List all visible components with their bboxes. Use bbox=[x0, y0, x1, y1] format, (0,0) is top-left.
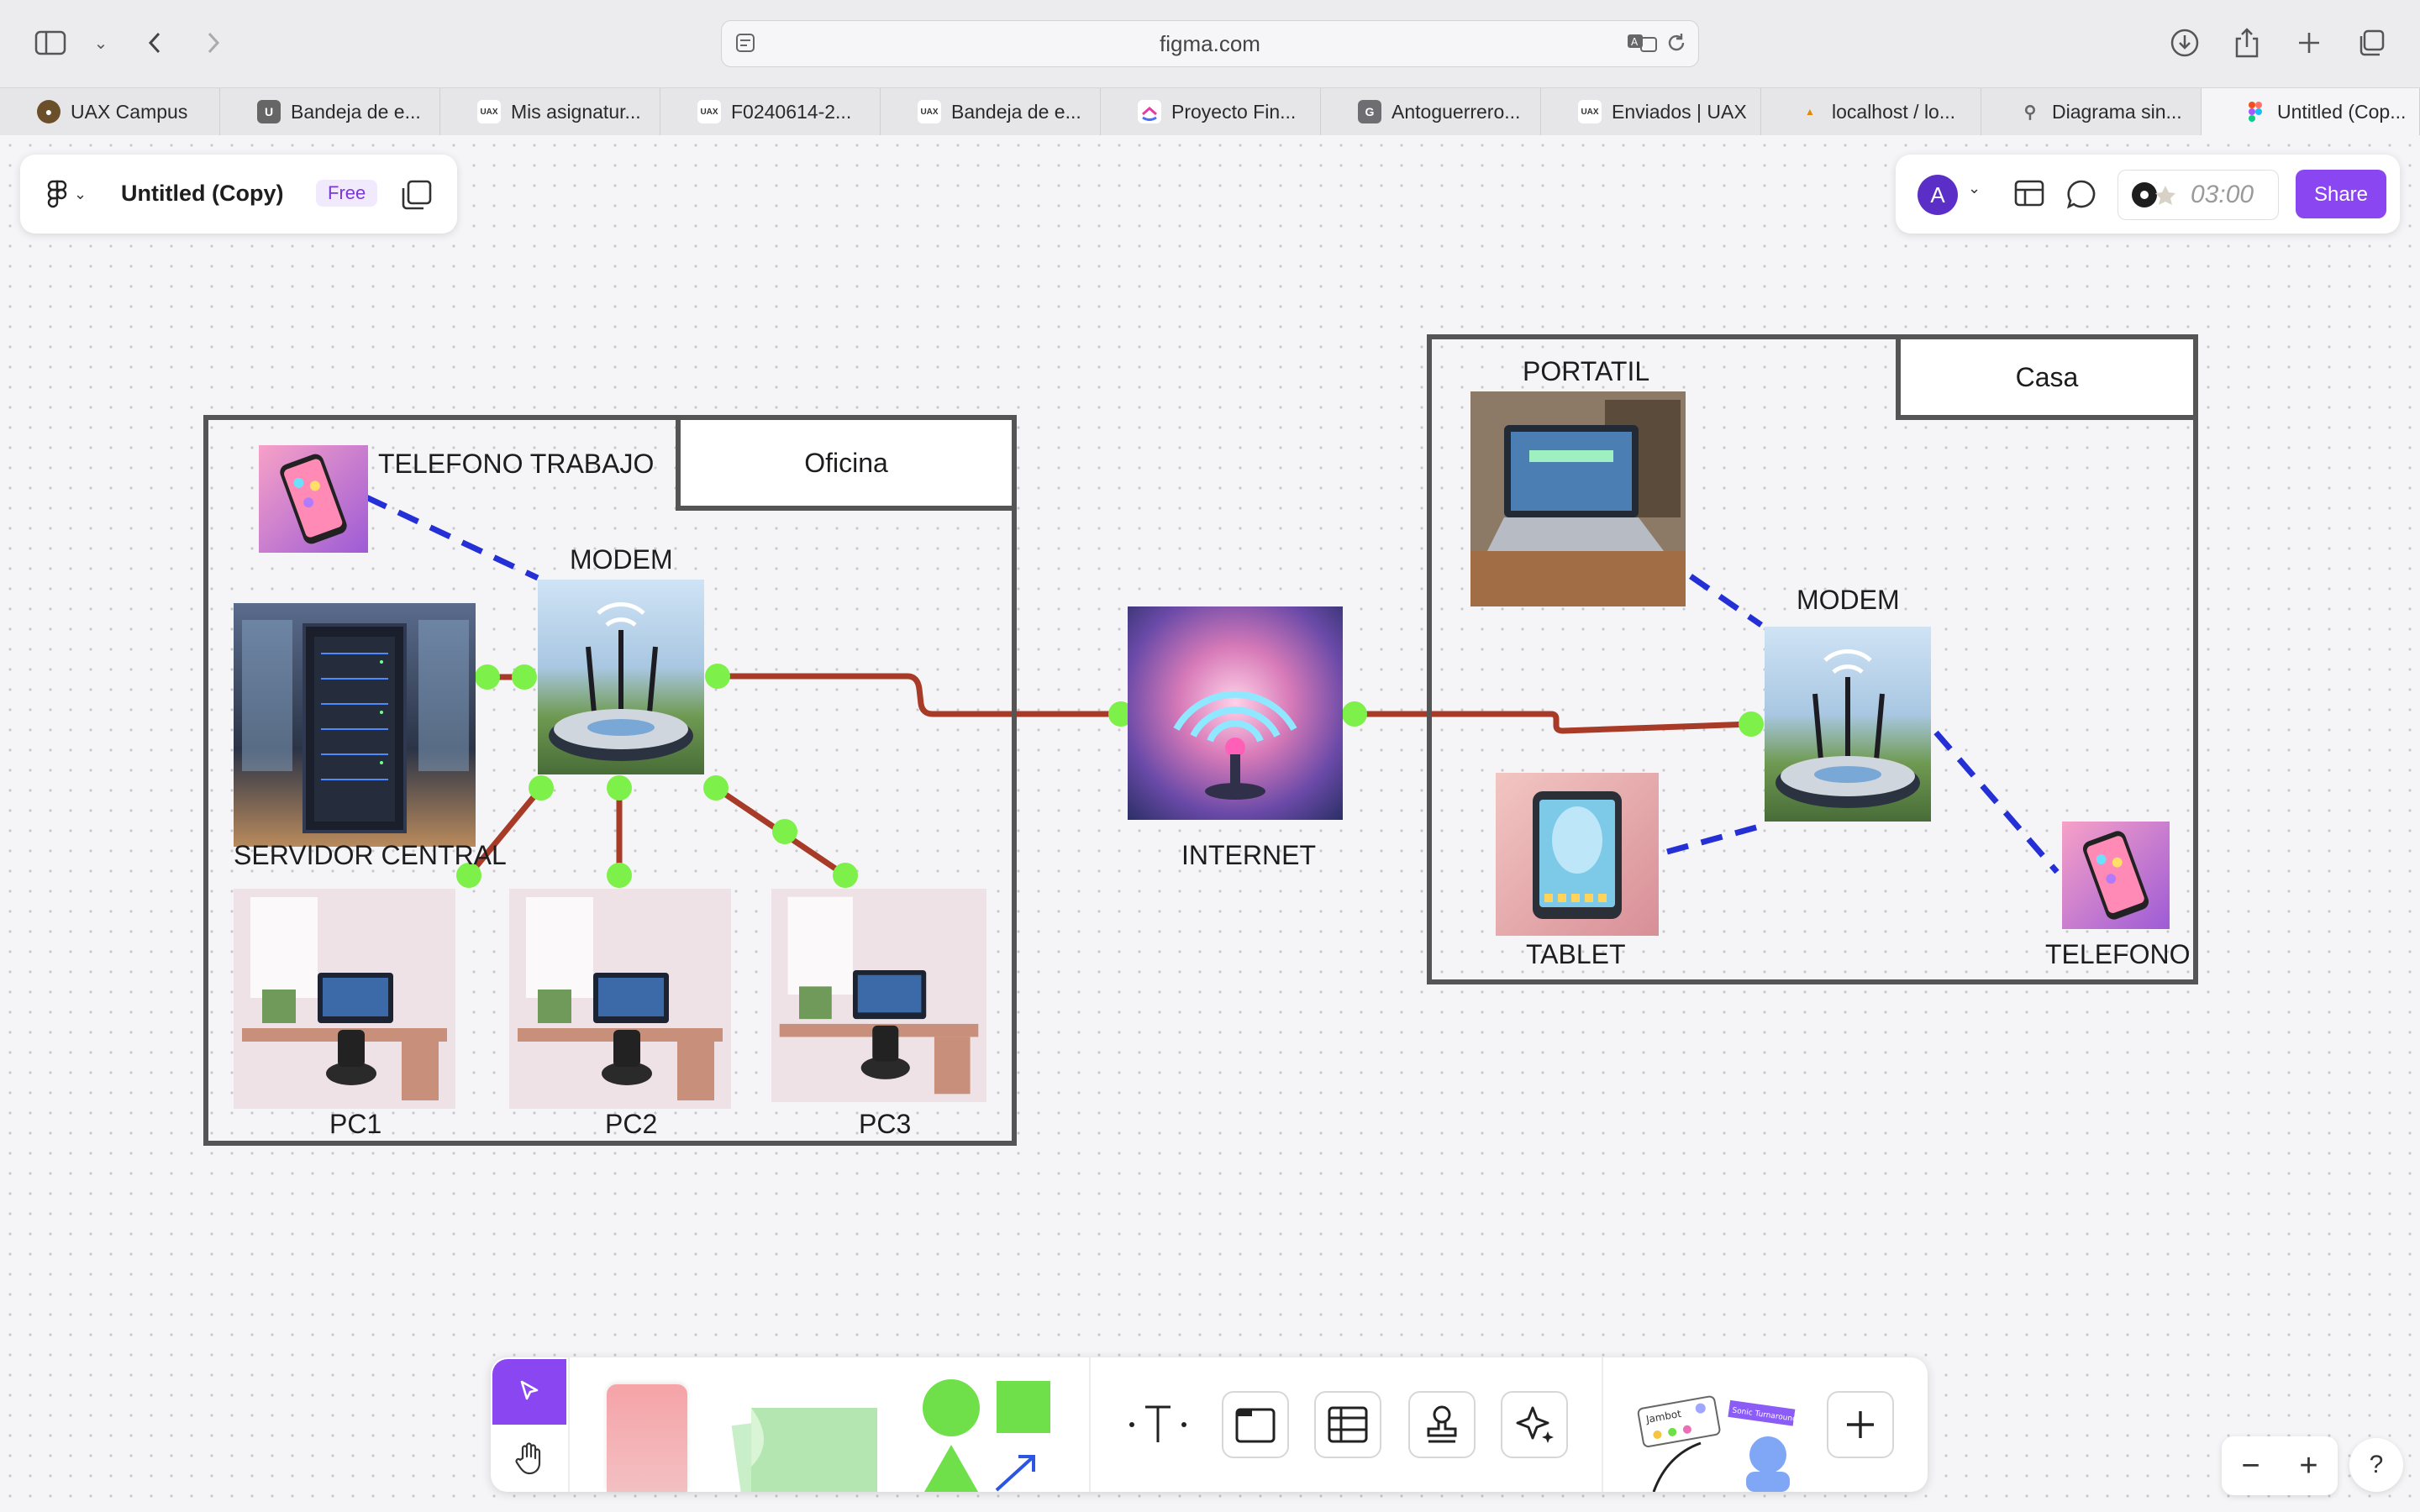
connector-dot[interactable] bbox=[1342, 701, 1367, 727]
toolbar-divider bbox=[1089, 1357, 1091, 1492]
figma-logo-icon bbox=[47, 180, 67, 208]
section-icon bbox=[1235, 1408, 1276, 1443]
table-icon bbox=[1328, 1406, 1368, 1443]
main-menu-button[interactable]: ⌄ bbox=[47, 180, 87, 208]
file-title[interactable]: Untitled (Copy) bbox=[121, 181, 283, 207]
cursor-icon bbox=[520, 1380, 539, 1400]
hand-icon bbox=[515, 1442, 541, 1475]
portatil-image[interactable] bbox=[1470, 391, 1686, 606]
help-button[interactable]: ? bbox=[2349, 1438, 2403, 1492]
pc1-image[interactable] bbox=[234, 889, 455, 1109]
timer-value: 03:00 bbox=[2191, 181, 2254, 208]
creation-toolbar: Jambot Sonic Turnaround bbox=[491, 1357, 1928, 1512]
chevron-down-icon[interactable]: ⌄ bbox=[1968, 180, 1981, 197]
pc3-image[interactable] bbox=[771, 889, 986, 1102]
zoom-out-button[interactable]: − bbox=[2222, 1436, 2280, 1495]
portatil-label: PORTATIL bbox=[1523, 356, 1650, 386]
text-tool[interactable] bbox=[1124, 1391, 1192, 1458]
telefono-label: TELEFONO bbox=[2045, 939, 2191, 969]
music-icon bbox=[2132, 182, 2175, 207]
pc2-label: PC2 bbox=[605, 1109, 658, 1139]
toolbar-divider bbox=[568, 1357, 570, 1492]
sticky-note-tool[interactable] bbox=[607, 1384, 687, 1492]
pc3-label: PC3 bbox=[859, 1109, 912, 1139]
pages-icon[interactable] bbox=[400, 178, 434, 216]
share-button[interactable]: Share bbox=[2296, 170, 2386, 218]
pc2-image[interactable] bbox=[509, 889, 731, 1109]
plus-icon bbox=[1847, 1411, 1874, 1438]
toolbar-divider bbox=[1602, 1357, 1603, 1492]
comment-icon[interactable] bbox=[2065, 178, 2097, 214]
section-tool[interactable] bbox=[1222, 1391, 1289, 1458]
text-icon bbox=[1129, 1405, 1186, 1442]
frame-oficina-label[interactable]: Oficina bbox=[676, 415, 1017, 511]
more-tool[interactable] bbox=[1827, 1391, 1894, 1458]
widgets-tool[interactable]: Jambot Sonic Turnaround bbox=[1634, 1388, 1818, 1493]
shapes-tool[interactable] bbox=[919, 1376, 1054, 1492]
modem-oficina-label: MODEM bbox=[570, 544, 673, 575]
telefono-image[interactable] bbox=[2062, 822, 2170, 929]
avatar[interactable]: A bbox=[1918, 175, 1958, 215]
zoom-in-button[interactable]: + bbox=[2280, 1436, 2338, 1495]
modem-casa-image[interactable] bbox=[1765, 627, 1931, 822]
hand-tool[interactable] bbox=[492, 1426, 566, 1490]
file-menu-panel: ⌄ Untitled (Copy) Free bbox=[20, 155, 457, 234]
pc1-label: PC1 bbox=[329, 1109, 382, 1139]
frame-casa-label[interactable]: Casa bbox=[1896, 334, 2198, 420]
servidor-central-label: SERVIDOR CENTRAL bbox=[234, 840, 507, 870]
sparkle-icon bbox=[1516, 1406, 1554, 1443]
telefono-trabajo-label: TELEFONO TRABAJO bbox=[378, 449, 655, 479]
internet-image[interactable] bbox=[1128, 606, 1343, 820]
tablet-image[interactable] bbox=[1496, 773, 1659, 936]
stickies-pack-tool[interactable] bbox=[718, 1391, 886, 1512]
stamp-icon bbox=[1427, 1405, 1457, 1443]
internet-label: INTERNET bbox=[1181, 840, 1316, 870]
servidor-central-image[interactable] bbox=[234, 603, 476, 847]
tablet-label: TABLET bbox=[1526, 939, 1626, 969]
move-tool[interactable] bbox=[492, 1359, 566, 1425]
modem-casa-label: MODEM bbox=[1797, 585, 1900, 615]
timer-widget[interactable]: 03:00 bbox=[2118, 170, 2279, 220]
chevron-down-icon: ⌄ bbox=[74, 185, 87, 202]
telefono-trabajo-image[interactable] bbox=[259, 445, 368, 553]
modem-oficina-image[interactable] bbox=[538, 580, 704, 774]
plan-badge[interactable]: Free bbox=[316, 180, 378, 207]
table-tool[interactable] bbox=[1314, 1391, 1381, 1458]
layout-icon[interactable] bbox=[2013, 178, 2045, 213]
stamp-tool[interactable] bbox=[1408, 1391, 1476, 1458]
zoom-control: − + bbox=[2222, 1436, 2338, 1495]
ai-tool[interactable] bbox=[1501, 1391, 1568, 1458]
collaboration-panel: A ⌄ 03:00 Share bbox=[1896, 155, 2400, 234]
